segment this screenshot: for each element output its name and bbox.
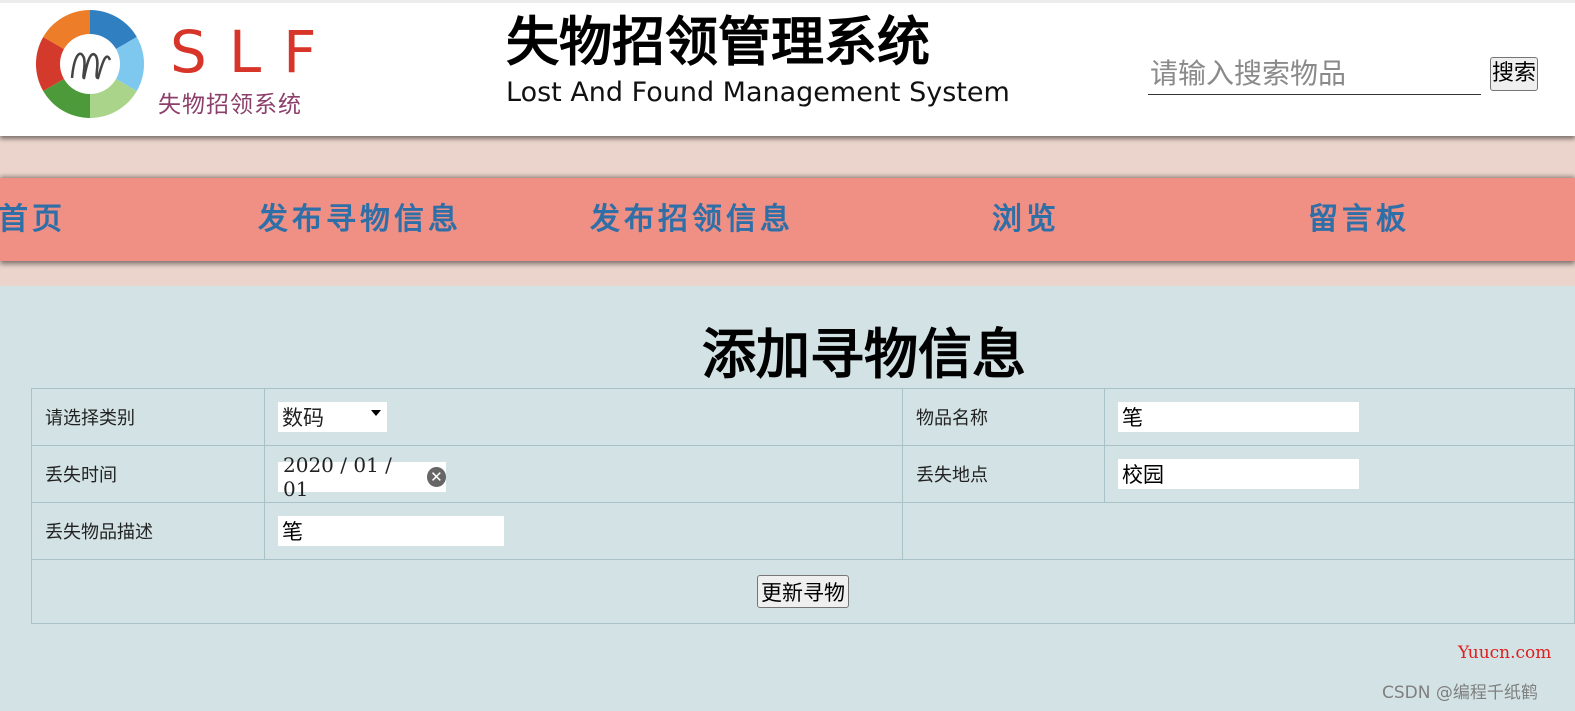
site-subtitle: Lost And Found Management System (506, 77, 1010, 108)
update-button[interactable]: 更新寻物 (757, 575, 849, 608)
logo-text: SLF (170, 18, 339, 86)
date-value: 2020 / 01 / 01 (283, 453, 392, 501)
logo-subtitle: 失物招领系统 (158, 92, 302, 118)
item-name-input[interactable] (1118, 402, 1359, 432)
main-nav: 首页 发布寻物信息 发布招领信息 浏览 留言板 (0, 178, 1575, 261)
item-name-label: 物品名称 (902, 388, 1105, 446)
clear-icon[interactable]: ✕ (426, 467, 446, 487)
lost-place-input[interactable] (1118, 459, 1359, 489)
site-title: 失物招领管理系统 (506, 12, 930, 73)
nav-browse[interactable]: 浏览 (992, 200, 1060, 240)
nav-publish-found[interactable]: 发布招领信息 (590, 200, 794, 240)
chevron-down-icon (371, 410, 381, 416)
page-title: 添加寻物信息 (702, 323, 1026, 386)
search-input[interactable] (1148, 53, 1481, 95)
description-label: 丢失物品描述 (31, 502, 265, 560)
lost-item-form: 请选择类别 数码 物品名称 丢失时间 2020 / 01 / 01 ✕ 丢失地点… (31, 388, 1575, 624)
lost-place-label: 丢失地点 (902, 445, 1105, 503)
description-input[interactable] (278, 516, 504, 546)
category-select[interactable]: 数码 (278, 402, 387, 432)
lost-time-date-input[interactable]: 2020 / 01 / 01 ✕ (278, 453, 446, 501)
watermark-site: Yuucn.com (1458, 643, 1552, 663)
site-header: SLF 失物招领系统 失物招领管理系统 Lost And Found Manag… (0, 0, 1575, 136)
search-button[interactable]: 搜索 (1490, 57, 1538, 91)
category-selected-value: 数码 (282, 406, 324, 430)
watermark-author: CSDN @编程千纸鹤 (1382, 683, 1538, 703)
category-label: 请选择类别 (31, 388, 265, 446)
nav-home[interactable]: 首页 (0, 200, 66, 240)
nav-message-board[interactable]: 留言板 (1308, 200, 1410, 240)
lost-time-label: 丢失时间 (31, 445, 265, 503)
logo-icon (35, 9, 145, 119)
nav-publish-lost[interactable]: 发布寻物信息 (258, 200, 462, 240)
